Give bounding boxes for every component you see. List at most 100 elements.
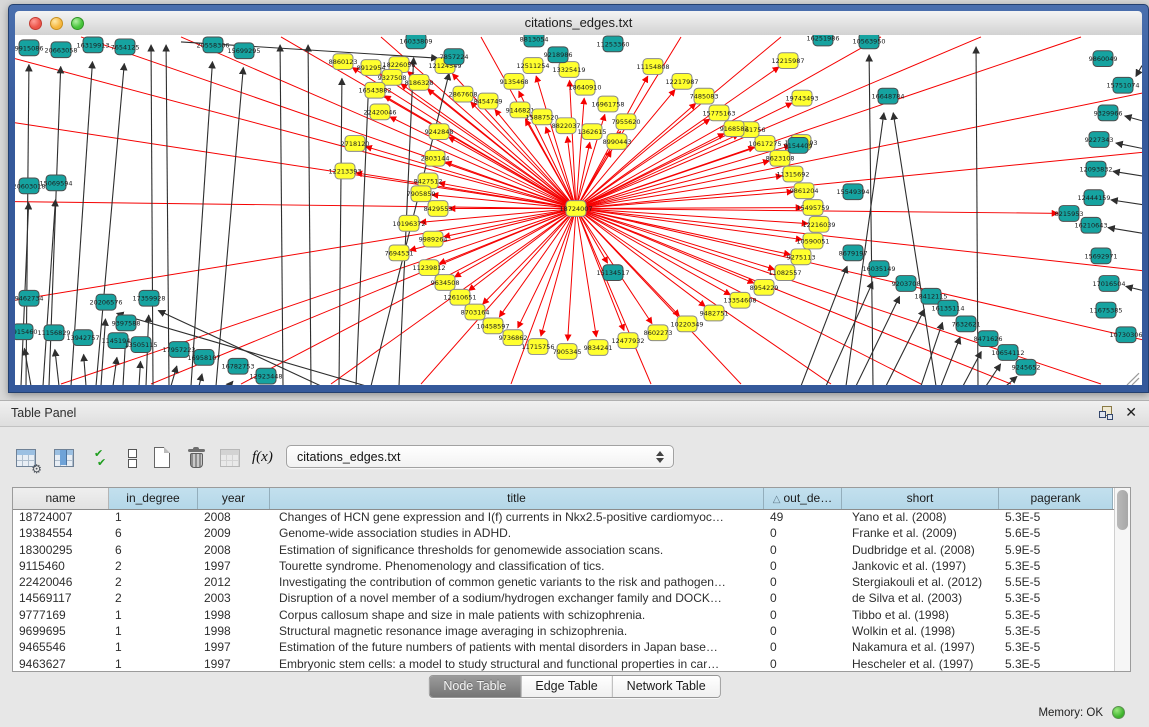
network-node[interactable]: 7905345 [553, 344, 582, 360]
network-node[interactable]: 11082557 [768, 265, 801, 281]
network-node[interactable]: 16648784 [871, 88, 904, 104]
network-node[interactable]: 9861204 [790, 183, 819, 199]
network-node[interactable]: 9989264 [419, 231, 448, 247]
table-selector-dropdown[interactable]: citations_edges.txt [286, 445, 674, 468]
table-row[interactable]: 1872400712008Changes of HCN gene express… [13, 509, 1114, 525]
network-node[interactable]: 8703164 [461, 304, 490, 320]
network-node[interactable]: 2718120 [341, 136, 370, 152]
network-node[interactable]: 10220349 [670, 316, 703, 332]
network-node[interactable]: 7955620 [612, 114, 641, 130]
select-all-icon[interactable]: ✔✔ [88, 446, 114, 472]
network-node[interactable]: 7485083 [690, 88, 719, 104]
table-panel-header[interactable]: Table Panel ✕ [0, 401, 1149, 427]
network-node[interactable]: 9329966 [1094, 105, 1123, 121]
network-node[interactable]: 9245652 [1012, 359, 1041, 375]
network-node[interactable]: 12444159 [1077, 190, 1110, 206]
network-node[interactable]: 15751074 [1106, 77, 1139, 93]
network-node[interactable]: 20558306 [196, 37, 229, 53]
function-builder-icon[interactable]: f(x) [252, 446, 278, 472]
network-node[interactable]: 8679197 [839, 245, 868, 261]
tab-node-table[interactable]: Node Table [429, 676, 521, 697]
network-node[interactable]: 9397588 [112, 315, 141, 331]
network-node[interactable]: 10654112 [991, 345, 1024, 361]
network-node[interactable]: 9275113 [787, 249, 816, 265]
network-node[interactable]: 9227343 [1085, 132, 1114, 148]
network-node[interactable]: 9135468 [500, 73, 529, 89]
network-node[interactable]: 9218986 [544, 47, 573, 63]
network-node[interactable]: 12215987 [771, 53, 804, 69]
network-node[interactable]: 20663058 [44, 42, 77, 58]
network-node[interactable]: 8813054 [520, 35, 549, 47]
memory-status-indicator[interactable] [1112, 706, 1125, 719]
network-node[interactable]: 12216039 [802, 216, 835, 232]
new-column-icon[interactable] [150, 446, 176, 472]
network-node[interactable]: 15775163 [702, 105, 735, 121]
table-row[interactable]: 1456911722003Disruption of a novel membe… [13, 590, 1114, 606]
network-node[interactable]: 7654125 [111, 39, 140, 55]
vertical-scrollbar[interactable] [1114, 488, 1130, 671]
network-node[interactable]: 9634508 [431, 275, 460, 291]
table-row[interactable]: 969969511998Structural magnetic resonanc… [13, 623, 1114, 639]
window-titlebar[interactable]: citations_edges.txt [15, 11, 1142, 36]
row-height-icon[interactable] [120, 446, 146, 472]
table-settings-icon[interactable]: ⚙ [14, 446, 40, 472]
network-node[interactable]: 15495759 [796, 200, 829, 216]
network-node[interactable]: 8990443 [603, 134, 632, 150]
table-row[interactable]: 946362711997Embryonic stem cells: a mode… [13, 656, 1114, 671]
column-header-outde[interactable]: △out_de… [764, 488, 842, 509]
network-node[interactable]: 8186328 [405, 74, 434, 90]
network-node[interactable]: 11253360 [596, 36, 629, 52]
network-node[interactable]: 15549394 [836, 184, 869, 200]
network-node[interactable]: 20206576 [89, 294, 122, 310]
network-node[interactable]: 12477932 [611, 333, 644, 349]
network-node[interactable]: 16210643 [1074, 217, 1107, 233]
network-node[interactable]: 13325419 [552, 62, 585, 78]
network-node[interactable]: 12217987 [665, 73, 698, 89]
network-node[interactable]: 16035149 [862, 261, 895, 277]
column-header-title[interactable]: title [270, 488, 764, 509]
table-row[interactable]: 2242004622012Investigating the contribut… [13, 574, 1114, 590]
network-node[interactable]: 9915086 [15, 40, 43, 56]
network-node[interactable]: 11154808 [636, 59, 669, 75]
network-node[interactable]: 8602273 [644, 325, 673, 341]
network-node[interactable]: 18640910 [568, 79, 601, 95]
network-node[interactable]: 8429553 [424, 201, 453, 217]
network-node[interactable]: 10196372 [392, 215, 425, 231]
network-node[interactable]: 13942757 [66, 330, 99, 346]
citation-network-graph[interactable]: 8860123891295418226058932750816543882818… [15, 35, 1142, 385]
network-node[interactable]: 8215953 [1055, 206, 1084, 222]
network-node[interactable]: 17359928 [132, 290, 165, 306]
network-node[interactable]: 11315692 [776, 166, 809, 182]
tab-edge-table[interactable]: Edge Table [521, 676, 612, 697]
select-column-icon[interactable] [52, 446, 78, 472]
network-node[interactable]: 9168583 [720, 121, 749, 137]
column-header-year[interactable]: year [198, 488, 270, 509]
network-node[interactable]: 16251986 [806, 35, 839, 46]
network-node[interactable]: 10730306 [1109, 327, 1142, 343]
column-header-pagerank[interactable]: pagerank [999, 488, 1113, 509]
table-row[interactable]: 911546021997Tourette syndrome. Phenomeno… [13, 558, 1114, 574]
network-node[interactable]: 2803144 [421, 150, 450, 166]
network-node[interactable]: 12093832 [1079, 161, 1112, 177]
network-node[interactable]: 8822037 [552, 118, 581, 134]
network-node[interactable]: 7905859 [407, 186, 436, 202]
network-node[interactable]: 8860123 [329, 54, 358, 70]
network-node[interactable]: 13354608 [723, 292, 756, 308]
network-node[interactable]: 9154409 [784, 138, 813, 154]
network-node[interactable]: 9915460 [15, 324, 37, 340]
network-node[interactable]: 16319913 [76, 37, 109, 53]
network-node[interactable]: 11675385 [1089, 302, 1122, 318]
network-node[interactable]: 17016504 [1092, 276, 1125, 292]
column-header-name[interactable]: name [13, 488, 109, 509]
network-node[interactable]: 9482751 [700, 305, 729, 321]
network-node[interactable]: 9203708 [892, 276, 921, 292]
network-node[interactable]: 12511254 [516, 58, 549, 74]
network-node[interactable]: 7857224 [440, 49, 469, 65]
table-row[interactable]: 1830029562008Estimation of significance … [13, 542, 1114, 558]
network-node[interactable]: 9834241 [584, 340, 613, 356]
delete-column-icon[interactable] [184, 446, 210, 472]
network-node[interactable]: 10563950 [852, 35, 885, 49]
network-node[interactable]: 9242848 [425, 124, 454, 140]
table-row[interactable]: 1938455462009Genome-wide association stu… [13, 525, 1114, 541]
network-node[interactable]: 16033809 [399, 35, 432, 49]
